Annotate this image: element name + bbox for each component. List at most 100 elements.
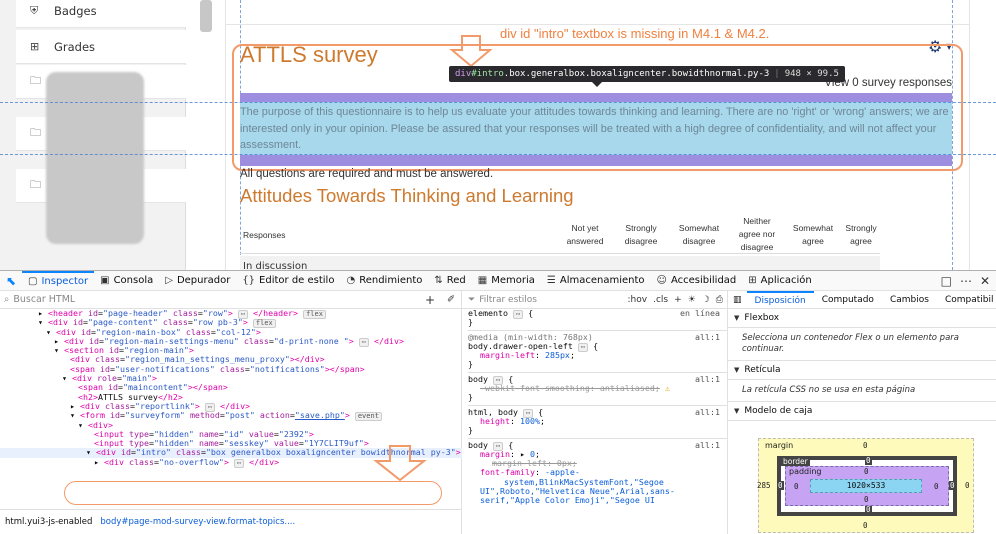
tree-node[interactable]: <span id="maincontent"></span>	[0, 383, 462, 393]
page-scrollbar[interactable]	[200, 0, 212, 32]
devtools-toolbar: ⬉ ▢ Inspector ▣ Consola ▷ Depurador {} Edito…	[0, 270, 996, 291]
sidebar-toggle-icon[interactable]: ▥	[728, 291, 747, 309]
border-left-value[interactable]: 0	[777, 481, 784, 490]
margin-top-value[interactable]: 0	[863, 441, 868, 450]
layout-view: ▥ Disposición Computado Cambios Compatib…	[728, 290, 996, 534]
column-header: Somewhat agree	[792, 223, 834, 246]
annotation-frame	[232, 44, 963, 171]
column-header: Not yet answered	[566, 223, 604, 246]
tab-style-editor[interactable]: {} Editor de estilo	[236, 271, 340, 291]
box-model-padding: padding 0 0 0 0 1020×533	[785, 466, 949, 506]
annotation-text: div id "intro" textbox is missing in M4.…	[500, 26, 770, 41]
column-header: Responses	[243, 230, 286, 240]
element-picker-icon[interactable]: ⬉	[0, 271, 22, 291]
console-icon: ▣	[100, 275, 110, 286]
box-model-content[interactable]: 1020×533	[810, 479, 922, 493]
tab-console[interactable]: ▣ Consola	[94, 271, 159, 291]
storage-icon: ☰	[546, 275, 556, 286]
hover-toggle[interactable]: :hov	[628, 295, 648, 305]
section-boxmodel[interactable]: ▼ Modelo de caja	[728, 402, 996, 421]
margin-label: margin	[765, 441, 794, 450]
required-note: All questions are required and must be a…	[240, 168, 494, 180]
redacted-area	[46, 72, 144, 244]
chevron-down-icon: ▼	[734, 366, 740, 374]
eyedropper-icon[interactable]: ✐	[447, 294, 455, 305]
margin-right-value[interactable]: 0	[965, 481, 970, 490]
flexbox-message: Selecciona un contenedor Flex o un eleme…	[728, 328, 996, 361]
tooltip-dimensions: 948 × 99.5	[784, 69, 839, 79]
rules-filter-bar[interactable]: ⏷ Filtrar estilos :hov .cls + ☀ ☽ ⎙	[462, 291, 727, 309]
drawer-item-grades[interactable]: ⊞ Grades	[16, 30, 186, 64]
tab-network[interactable]: ⇅ Red	[428, 271, 471, 291]
light-mode-icon[interactable]: ☀	[688, 295, 696, 305]
breadcrumb: html.yui3-js-enabled body#page-mod-surve…	[0, 509, 462, 534]
section-grid[interactable]: ▼ Retícula	[728, 361, 996, 380]
border-top-value[interactable]: 0	[865, 456, 872, 465]
border-bottom-value[interactable]: 0	[865, 505, 872, 514]
add-node-icon[interactable]: +	[425, 293, 435, 307]
drawer-item-label: Badges	[54, 3, 97, 18]
padding-top-value[interactable]: 0	[864, 467, 869, 476]
tab-memory[interactable]: ▦ Memoria	[472, 271, 541, 291]
shield-icon: ⛨	[30, 3, 39, 17]
padding-bottom-value[interactable]: 0	[864, 495, 869, 504]
tab-inspector[interactable]: ▢ Inspector	[22, 270, 95, 291]
screenshot-root: { "drawer": { "items": [ {"icon": "shiel…	[0, 0, 996, 534]
tab-debugger[interactable]: ▷ Depurador	[159, 271, 236, 291]
padding-left-value[interactable]: 0	[794, 482, 799, 491]
annotation-arrow-icon	[449, 35, 493, 68]
tooltip-pointer	[592, 82, 602, 87]
section-title: Modelo de caja	[744, 406, 813, 416]
filter-styles-input[interactable]: Filtrar estilos	[479, 295, 537, 305]
breadcrumb-item[interactable]: html.yui3-js-enabled	[5, 517, 92, 527]
tab-compatibility[interactable]: Compatibil	[937, 291, 996, 309]
layout-tabs: ▥ Disposición Computado Cambios Compatib…	[728, 290, 996, 309]
search-input[interactable]: Buscar HTML	[13, 294, 75, 305]
tab-layout[interactable]: Disposición	[746, 290, 814, 309]
rule-line: elemento ⋯ {en línea	[468, 309, 720, 319]
border-right-value[interactable]: 0	[949, 481, 956, 490]
tab-label: Inspector	[41, 276, 89, 287]
column-header: Somewhat disagree	[678, 223, 720, 246]
memory-icon: ▦	[477, 275, 488, 286]
rules-view: ⏷ Filtrar estilos :hov .cls + ☀ ☽ ⎙ elem…	[462, 291, 728, 534]
debugger-icon: ▷	[165, 275, 173, 286]
tab-label: Memoria	[491, 275, 535, 286]
tree-node[interactable]: ▾ <form id="surveyform" method="post" ac…	[0, 410, 462, 422]
padding-right-value[interactable]: 0	[934, 482, 939, 491]
column-header: Strongly agree	[845, 223, 877, 246]
tab-label: Depurador	[176, 275, 231, 286]
rule-line: height: 100%;	[480, 415, 545, 426]
dock-icon[interactable]: □	[941, 274, 952, 288]
html-search-bar[interactable]: ⌕ Buscar HTML + ✐	[0, 291, 461, 309]
close-icon[interactable]: ✕	[980, 274, 990, 288]
tab-accessibility[interactable]: ☺ Accesibilidad	[651, 271, 743, 291]
tooltip-separator: |	[774, 69, 780, 79]
print-icon[interactable]: ⎙	[716, 295, 723, 305]
drawer-item-badges[interactable]: ⛨ Badges	[16, 0, 186, 28]
tab-computed[interactable]: Computado	[814, 291, 882, 309]
markup-view: ⌕ Buscar HTML + ✐ ▸ <header id="page-hea…	[0, 291, 462, 534]
breadcrumb-item[interactable]: body#page-mod-survey-view.format-topics.…	[100, 517, 295, 527]
section-flexbox[interactable]: ▼ Flexbox	[728, 309, 996, 328]
tree-node[interactable]: ▾ <div role="main">	[0, 373, 462, 383]
class-toggle[interactable]: .cls	[653, 295, 668, 305]
rule-line: margin-left: 285px;	[480, 350, 575, 361]
box-model-diagram: margin 0 285 0 0 border 0 0 0 0 padding …	[757, 438, 974, 533]
tab-changes[interactable]: Cambios	[882, 291, 937, 309]
margin-left-value[interactable]: 285	[757, 481, 771, 490]
webpage-viewport: ⛨ Badges ⊞ Grades 🗀 🗀 🗀 ATTLS survey ⚙ ▼…	[0, 0, 996, 270]
rules-list[interactable]: elemento ⋯ {en línea } @media (min-width…	[462, 309, 728, 534]
add-rule-icon[interactable]: +	[674, 295, 682, 305]
rule-line: }	[468, 425, 473, 436]
filter-icon: ⏷	[468, 294, 476, 305]
column-header: Strongly disagree	[624, 223, 658, 246]
tab-performance[interactable]: ◔ Rendimiento	[340, 271, 428, 291]
table-icon: ⊞	[30, 40, 40, 53]
margin-bottom-value[interactable]: 0	[863, 521, 868, 530]
tab-storage[interactable]: ☰ Almacenamiento	[541, 271, 651, 291]
more-icon[interactable]: ⋯	[960, 274, 972, 288]
dark-mode-icon[interactable]: ☽	[702, 295, 710, 305]
tab-application[interactable]: ⊞ Aplicación	[742, 271, 818, 291]
tab-label: Editor de estilo	[259, 275, 335, 286]
